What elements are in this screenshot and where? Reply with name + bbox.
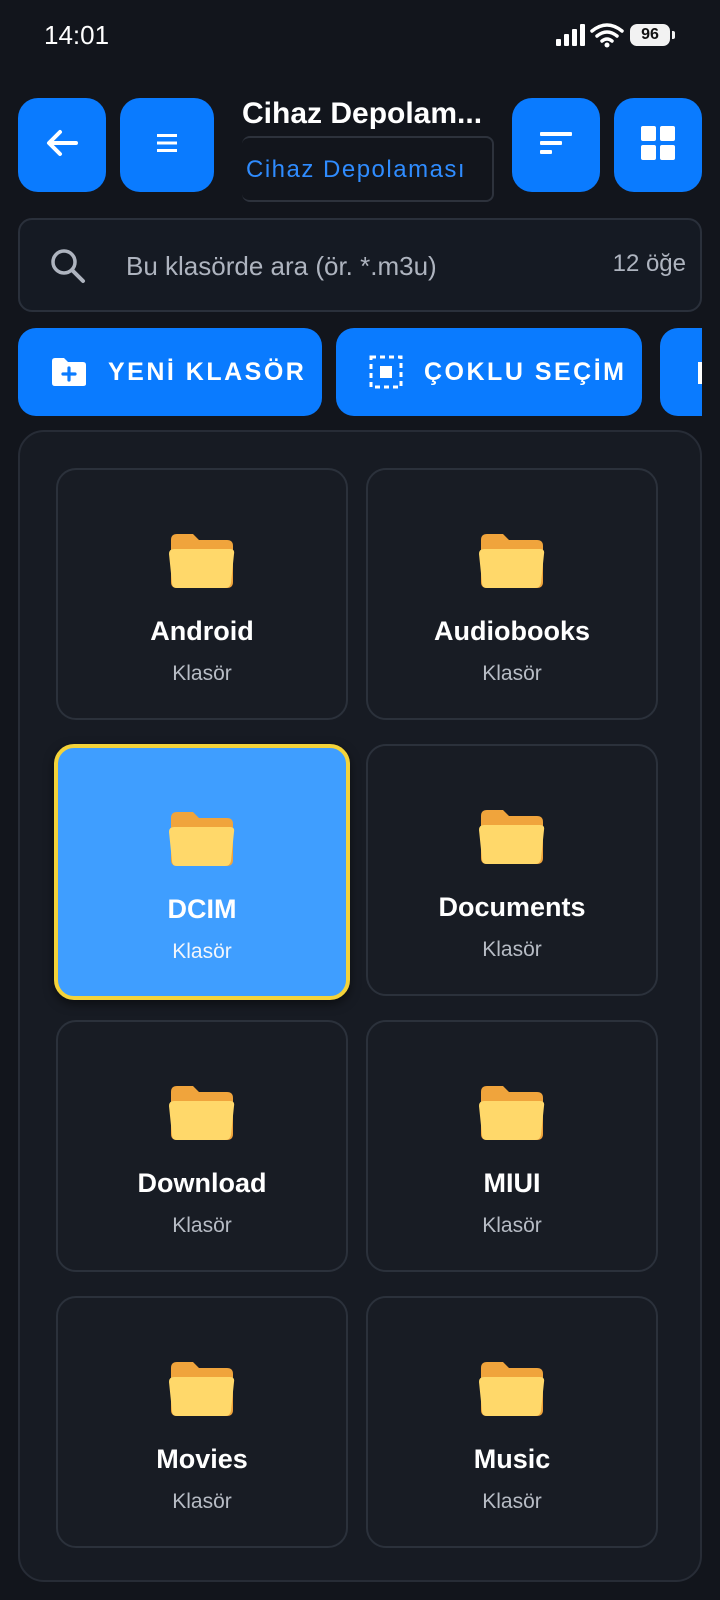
grid-view-button[interactable] [614,98,702,192]
status-bar: 14:01 96 [0,0,720,74]
folder-card-miui[interactable]: MIUI Klasör [366,1020,658,1272]
breadcrumb[interactable]: Cihaz Depolaması [242,136,494,202]
signal-icon [556,24,586,51]
multi-select-label: ÇOKLU SEÇİM [424,357,627,386]
select-icon [368,354,404,390]
folder-name: Movies [156,1444,248,1474]
folder-icon [477,806,547,873]
folder-type: Klasör [172,1214,232,1237]
grid-icon [640,125,676,166]
search-icon [48,246,88,291]
folder-name: Download [137,1168,267,1198]
folder-icon [167,808,237,875]
folder-icon [167,1082,237,1149]
folder-grid: Android Klasör Audiobooks Klasör DCIM Kl… [18,430,702,1582]
search-bar[interactable]: 12 öğe [18,218,702,312]
folder-name: Documents [438,892,586,922]
wifi-icon [590,22,624,53]
folder-card-android[interactable]: Android Klasör [56,468,348,720]
menu-icon [155,132,179,159]
folder-type: Klasör [482,662,542,685]
item-count: 12 öğe [612,250,686,277]
folder-icon [477,1358,547,1425]
page-title: Cihaz Depolam... [242,97,483,130]
folder-card-audiobooks[interactable]: Audiobooks Klasör [366,468,658,720]
search-input[interactable] [126,246,546,286]
folder-name: Music [473,1444,551,1474]
menu-button[interactable] [120,98,214,192]
more-action-icon [698,362,702,384]
folder-name: Audiobooks [434,616,590,646]
folder-name: Android [150,616,254,646]
folder-card-dcim[interactable]: DCIM Klasör [54,744,350,1000]
folder-type: Klasör [172,940,232,963]
folder-card-documents[interactable]: Documents Klasör [366,744,658,996]
new-folder-button[interactable]: YENİ KLASÖR [18,328,322,416]
folder-icon [477,530,547,597]
folder-card-music[interactable]: Music Klasör [366,1296,658,1548]
folder-icon [167,1358,237,1425]
folder-type: Klasör [482,1490,542,1513]
folder-type: Klasör [172,662,232,685]
folder-name: DCIM [167,894,237,924]
sort-button[interactable] [512,98,600,192]
battery-indicator: 96 [630,24,675,46]
folder-icon [167,530,237,597]
folder-type: Klasör [482,938,542,961]
arrow-left-icon [45,128,79,163]
multi-select-button[interactable]: ÇOKLU SEÇİM [336,328,642,416]
action-bar: YENİ KLASÖR ÇOKLU SEÇİM [18,328,702,416]
folder-type: Klasör [482,1214,542,1237]
folder-icon [477,1082,547,1149]
folder-name: MIUI [483,1168,541,1198]
new-folder-label: YENİ KLASÖR [108,357,307,386]
status-time: 14:01 [44,20,110,50]
folder-plus-icon [50,356,88,388]
header-title-area: Cihaz Depolam... Cihaz Depolaması [242,96,498,202]
sort-icon [538,130,574,161]
more-action-button[interactable] [660,328,702,416]
folder-card-movies[interactable]: Movies Klasör [56,1296,348,1548]
folder-type: Klasör [172,1490,232,1513]
folder-card-download[interactable]: Download Klasör [56,1020,348,1272]
back-button[interactable] [18,98,106,192]
